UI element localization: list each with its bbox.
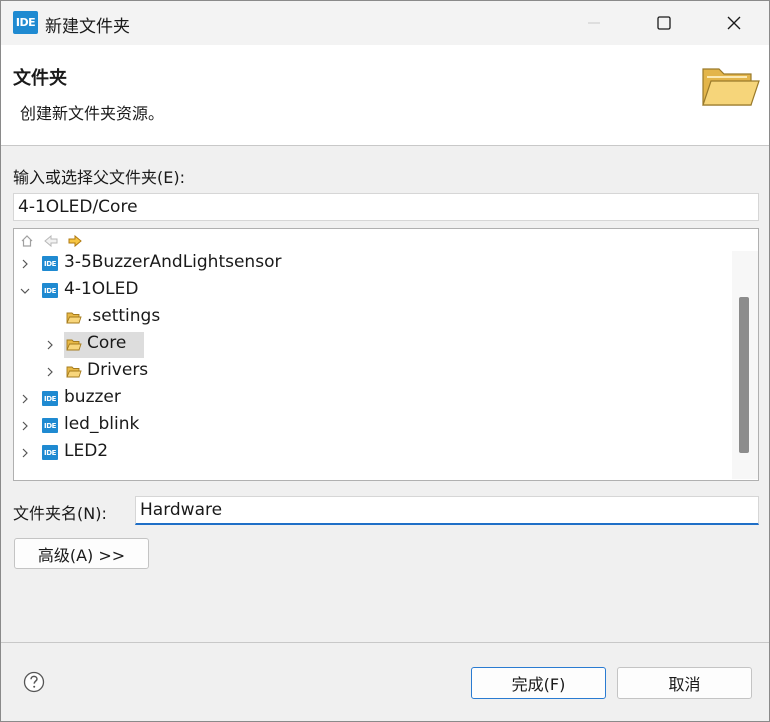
window-title: 新建文件夹 bbox=[45, 17, 130, 37]
banner-title: 文件夹 bbox=[13, 68, 67, 89]
maximize-icon bbox=[657, 16, 671, 30]
tree-item-label: Drivers bbox=[87, 360, 149, 380]
tree-scrollbar-thumb[interactable] bbox=[739, 297, 749, 453]
tree-item-label: buzzer bbox=[64, 387, 121, 407]
maximize-button[interactable] bbox=[629, 1, 699, 45]
advanced-button[interactable]: 高级(A) >> bbox=[14, 538, 149, 569]
project-icon: IDE bbox=[42, 283, 58, 298]
project-icon: IDE bbox=[42, 391, 58, 406]
chevron-right-icon[interactable] bbox=[18, 391, 32, 407]
folder-name-label: 文件夹名(N): bbox=[13, 504, 107, 523]
minimize-icon bbox=[588, 22, 600, 24]
parent-folder-input[interactable] bbox=[13, 193, 759, 221]
folder-name-input[interactable] bbox=[135, 496, 759, 525]
folder-icon bbox=[66, 339, 82, 351]
chevron-right-icon[interactable] bbox=[18, 256, 32, 272]
wizard-banner: 文件夹 创建新文件夹资源。 bbox=[1, 45, 769, 146]
new-folder-dialog: IDE 新建文件夹 文件夹 创建新文件夹资源。 输入或选择父文件夹(E): 4-… bbox=[0, 0, 770, 722]
back-button[interactable] bbox=[42, 232, 60, 250]
back-arrow-icon bbox=[44, 234, 58, 248]
home-icon bbox=[21, 235, 33, 247]
project-icon: IDE bbox=[42, 418, 58, 433]
close-icon bbox=[727, 16, 741, 30]
finish-button[interactable]: 完成(F) bbox=[471, 667, 606, 699]
banner-description: 创建新文件夹资源。 bbox=[20, 104, 165, 123]
tree-item-drivers[interactable]: Drivers bbox=[14, 359, 732, 385]
chevron-right-icon[interactable] bbox=[43, 337, 57, 353]
chevron-right-icon[interactable] bbox=[43, 364, 57, 380]
chevron-down-icon[interactable] bbox=[18, 283, 32, 299]
tree-item-settings[interactable]: .settings bbox=[14, 305, 732, 331]
folder-icon bbox=[66, 366, 82, 378]
chevron-right-icon[interactable] bbox=[18, 418, 32, 434]
title-bar: IDE 新建文件夹 bbox=[1, 1, 769, 45]
folder-icon bbox=[66, 312, 82, 324]
help-icon[interactable] bbox=[23, 671, 45, 693]
tree-toolbar bbox=[18, 232, 84, 250]
tree-item-label: Core bbox=[87, 333, 127, 353]
tree-item-label: LED2 bbox=[64, 441, 109, 461]
forward-button[interactable] bbox=[66, 232, 84, 250]
tree-item-led-blink[interactable]: IDE led_blink bbox=[14, 413, 732, 439]
tree-item-4-1oled[interactable]: IDE 4-1OLED bbox=[14, 278, 732, 304]
folder-tree: IDE 3-5BuzzerAndLightsensor IDE 4-1OLED … bbox=[13, 228, 759, 481]
tree-item-3-5buzzerandlightsensor[interactable]: IDE 3-5BuzzerAndLightsensor bbox=[14, 251, 732, 277]
tree-item-label: 4-1OLED bbox=[64, 279, 139, 299]
project-icon: IDE bbox=[42, 256, 58, 271]
tree-item-label: led_blink bbox=[64, 414, 140, 434]
open-folder-icon bbox=[702, 68, 760, 106]
minimize-button[interactable] bbox=[559, 1, 629, 45]
tree-item-buzzer[interactable]: IDE buzzer bbox=[14, 386, 732, 412]
footer-separator bbox=[1, 642, 769, 643]
close-button[interactable] bbox=[699, 1, 769, 45]
project-icon: IDE bbox=[42, 445, 58, 460]
chevron-right-icon[interactable] bbox=[18, 445, 32, 461]
tree-item-core[interactable]: Core bbox=[14, 332, 732, 358]
tree-item-label: 3-5BuzzerAndLightsensor bbox=[64, 252, 282, 272]
home-button[interactable] bbox=[18, 232, 36, 250]
tree-item-label: .settings bbox=[87, 306, 161, 326]
app-icon: IDE bbox=[13, 11, 38, 34]
tree-item-led2[interactable]: IDE LED2 bbox=[14, 440, 732, 466]
forward-arrow-icon bbox=[68, 234, 82, 248]
parent-folder-label: 输入或选择父文件夹(E): bbox=[13, 168, 185, 187]
cancel-button[interactable]: 取消 bbox=[617, 667, 752, 699]
